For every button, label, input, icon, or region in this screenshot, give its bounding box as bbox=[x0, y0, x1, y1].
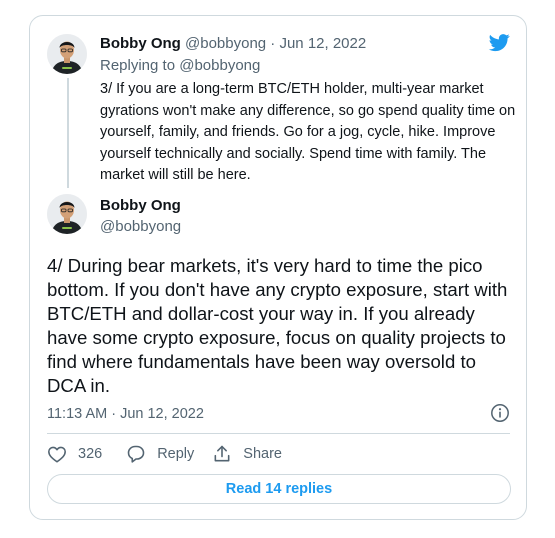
like-count: 326 bbox=[78, 446, 103, 462]
parent-author-avatar[interactable] bbox=[47, 34, 87, 74]
tweet-embed-card: Bobby Ong @bobbyong · Jun 12, 2022 Reply… bbox=[29, 15, 527, 520]
replying-to-prefix: Replying to bbox=[100, 57, 176, 74]
replying-to-handle-link[interactable]: @bobbyong bbox=[179, 57, 260, 74]
share-upload-icon bbox=[214, 445, 230, 462]
action-divider bbox=[47, 433, 510, 434]
parent-tweet-text: 3/ If you are a long-term BTC/ETH holder… bbox=[100, 81, 516, 183]
parent-tweet-date[interactable]: Jun 12, 2022 bbox=[279, 35, 366, 52]
speech-bubble-icon bbox=[127, 445, 145, 463]
like-button[interactable]: 326 bbox=[47, 445, 102, 463]
twitter-bird-icon[interactable] bbox=[487, 32, 512, 53]
share-button[interactable]: Share bbox=[212, 444, 282, 464]
avatar-portrait-icon bbox=[47, 194, 87, 234]
info-icon[interactable] bbox=[490, 403, 510, 423]
reply-button[interactable]: Reply bbox=[126, 444, 194, 464]
main-author-handle[interactable]: @bobbyong bbox=[100, 218, 181, 236]
main-tweet-text: 4/ During bear markets, it's very hard t… bbox=[47, 255, 508, 396]
tweet-timestamp[interactable]: 11:13 AM · Jun 12, 2022 bbox=[47, 405, 204, 423]
replying-to-line: Replying to @bobbyong bbox=[100, 57, 260, 75]
main-author-name[interactable]: Bobby Ong bbox=[100, 197, 181, 215]
parent-tweet-header: Bobby Ong @bobbyong · Jun 12, 2022 bbox=[100, 35, 366, 53]
thread-connector-line bbox=[67, 78, 69, 188]
parent-date-separator: · bbox=[270, 35, 276, 52]
heart-icon bbox=[48, 446, 66, 463]
reply-label: Reply bbox=[157, 446, 195, 462]
read-replies-button[interactable]: Read 14 replies bbox=[47, 474, 511, 504]
share-label: Share bbox=[243, 446, 282, 462]
parent-author-name[interactable]: Bobby Ong bbox=[100, 35, 181, 52]
parent-author-handle[interactable]: @bobbyong bbox=[185, 35, 266, 52]
tweet-action-bar: 326 Reply Share bbox=[47, 444, 282, 464]
avatar-portrait-icon bbox=[47, 34, 87, 74]
main-author-avatar[interactable] bbox=[47, 194, 87, 234]
